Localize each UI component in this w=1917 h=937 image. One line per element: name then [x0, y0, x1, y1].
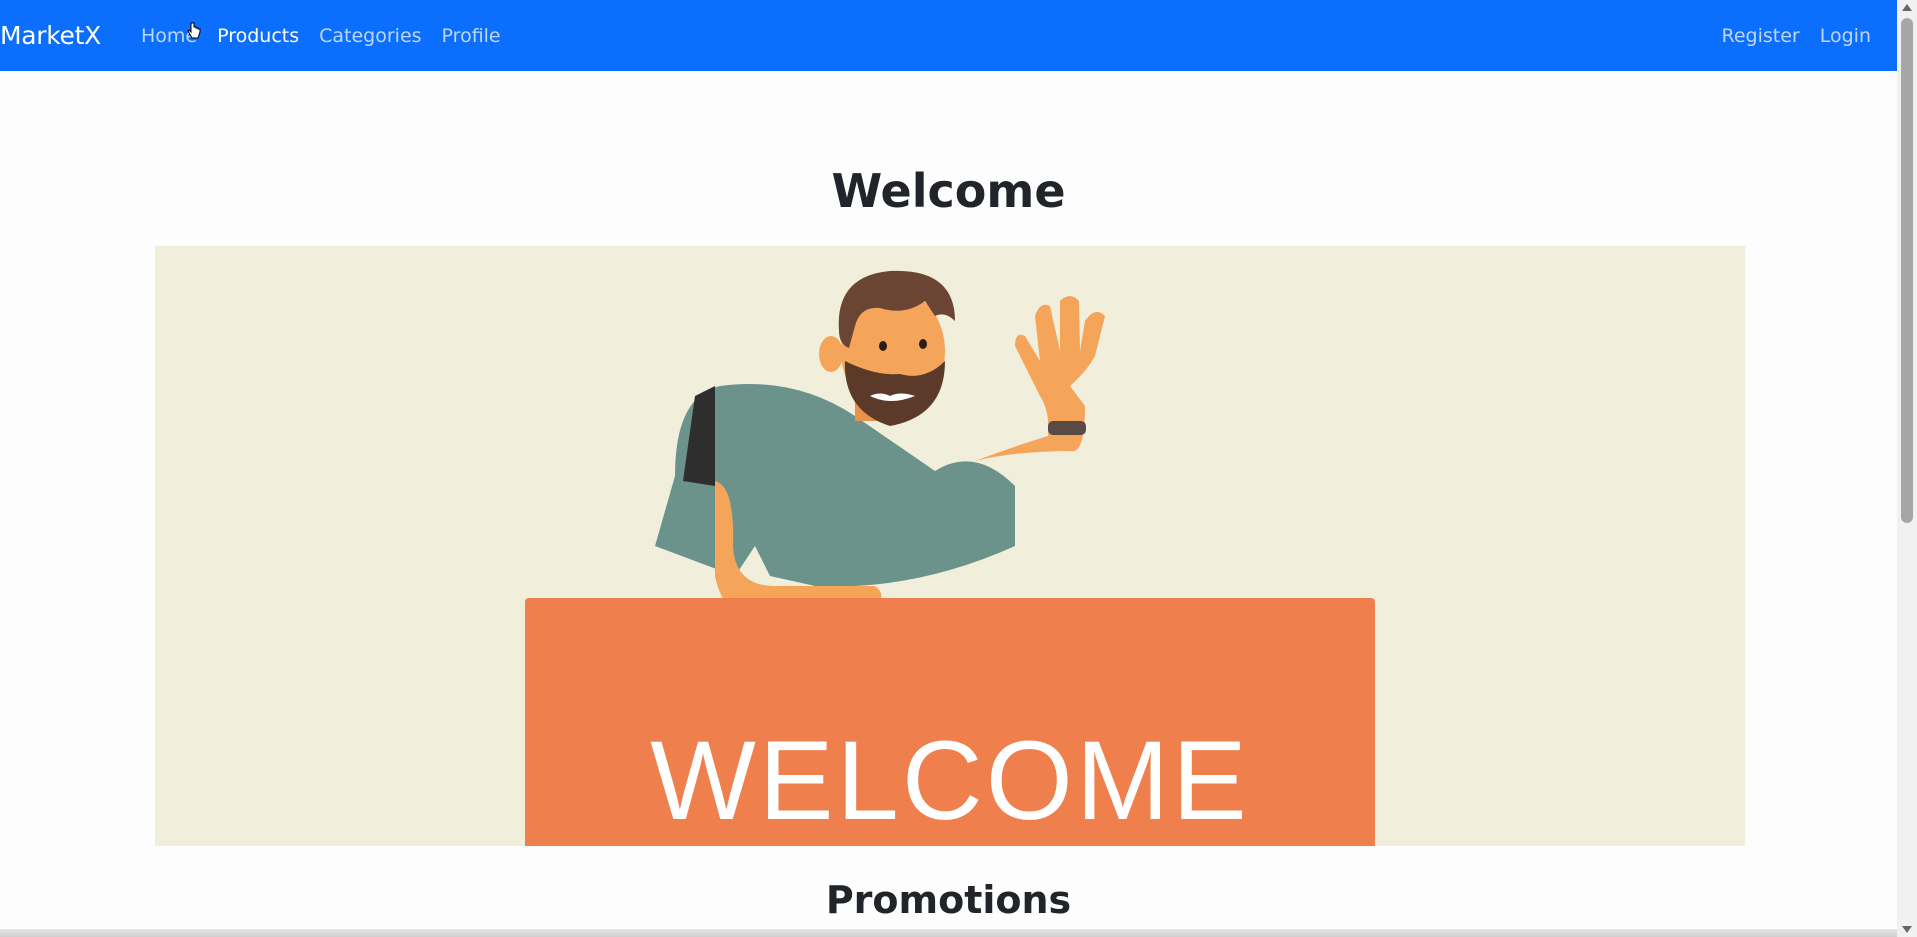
welcome-banner: WELCOME — [155, 246, 1745, 846]
scroll-up-arrow-icon[interactable] — [1902, 4, 1912, 11]
vertical-scrollbar[interactable] — [1897, 0, 1917, 937]
nav-link-home[interactable]: Home — [131, 25, 207, 47]
nav-link-register[interactable]: Register — [1712, 25, 1810, 47]
scroll-down-arrow-icon[interactable] — [1902, 926, 1912, 933]
navbar: MarketX Home Products Categories Profile… — [0, 0, 1897, 71]
nav-link-products[interactable]: Products — [207, 25, 309, 47]
nav-link-profile[interactable]: Profile — [432, 25, 511, 47]
scrollbar-thumb[interactable] — [1901, 18, 1913, 523]
nav-links: Home Products Categories Profile — [131, 25, 511, 47]
brand-logo[interactable]: MarketX — [0, 21, 101, 50]
nav-auth-links: Register Login — [1712, 25, 1882, 47]
nav-link-login[interactable]: Login — [1810, 25, 1881, 47]
welcome-heading: Welcome — [831, 164, 1066, 218]
nav-link-categories[interactable]: Categories — [309, 25, 431, 47]
welcome-sign: WELCOME — [525, 598, 1375, 846]
promotions-heading: Promotions — [825, 878, 1072, 922]
window-bottom-edge — [0, 929, 1897, 937]
welcome-sign-text: WELCOME — [650, 718, 1250, 843]
